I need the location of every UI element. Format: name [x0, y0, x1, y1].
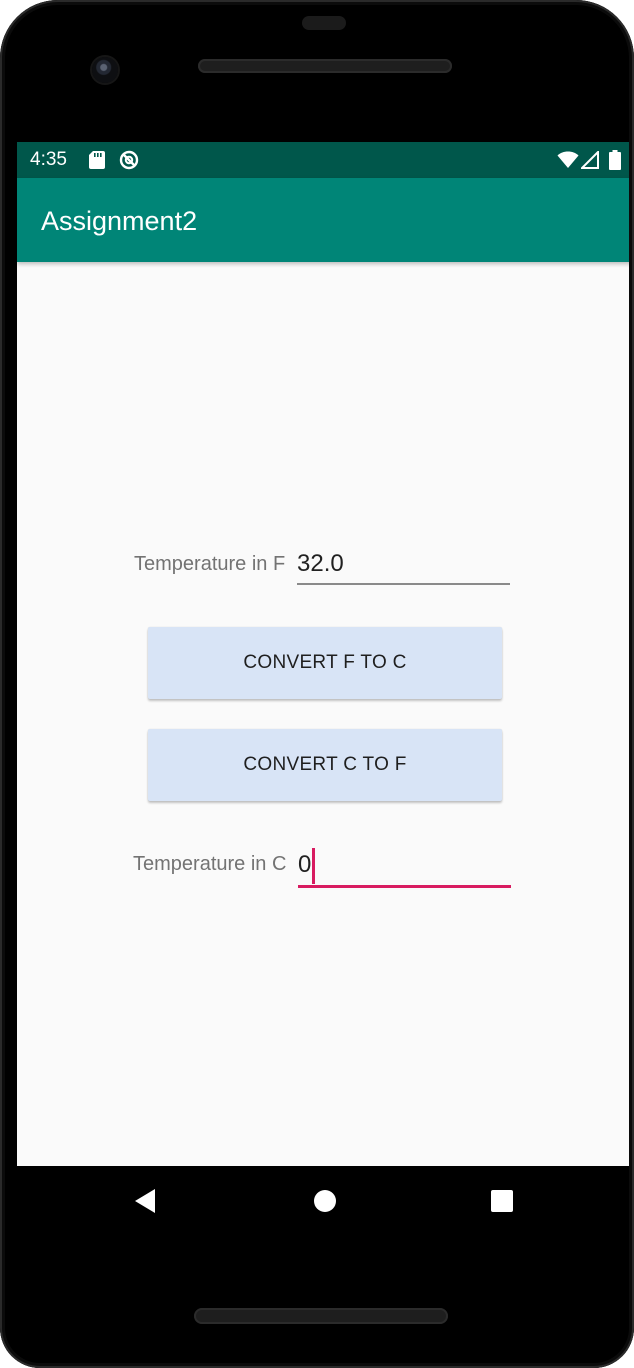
fahrenheit-value: 32.0: [297, 550, 344, 577]
home-icon[interactable]: [310, 1186, 340, 1216]
phone-frame: 4:35 Assignment2 Temperature in F 32.0 C…: [0, 0, 634, 1368]
recents-icon[interactable]: [487, 1186, 517, 1216]
back-icon[interactable]: [130, 1186, 160, 1216]
battery-icon: [609, 150, 621, 175]
no-sync-icon: [119, 150, 139, 175]
bottom-speaker-grille: [194, 1308, 448, 1324]
app-title: Assignment2: [41, 206, 198, 236]
top-speaker-grille: [198, 59, 452, 73]
sd-card-icon: [89, 151, 105, 174]
navigation-bar: [17, 1166, 634, 1236]
celsius-value: 0: [298, 851, 312, 878]
cell-signal-icon: [579, 149, 599, 174]
status-time: 4:35: [30, 149, 67, 170]
celsius-label: Temperature in C: [133, 853, 287, 875]
status-bar: 4:35: [17, 142, 634, 178]
fahrenheit-label: Temperature in F: [134, 553, 286, 575]
text-cursor: [312, 848, 315, 884]
celsius-underline: [298, 885, 511, 888]
celsius-input[interactable]: 0: [298, 845, 512, 889]
convert-c-to-f-button[interactable]: CONVERT C TO F: [148, 729, 502, 801]
app-bar: Assignment2: [17, 178, 634, 262]
screen: 4:35 Assignment2 Temperature in F 32.0 C…: [17, 142, 634, 1236]
convert-f-to-c-button[interactable]: CONVERT F TO C: [148, 627, 502, 699]
fahrenheit-underline: [297, 583, 510, 585]
front-camera: [92, 57, 118, 83]
fahrenheit-input[interactable]: 32.0: [297, 544, 511, 586]
converter-form: Temperature in F 32.0 CONVERT F TO C CON…: [17, 262, 634, 1166]
wifi-icon: [557, 151, 579, 174]
earpiece-notch: [302, 16, 346, 30]
